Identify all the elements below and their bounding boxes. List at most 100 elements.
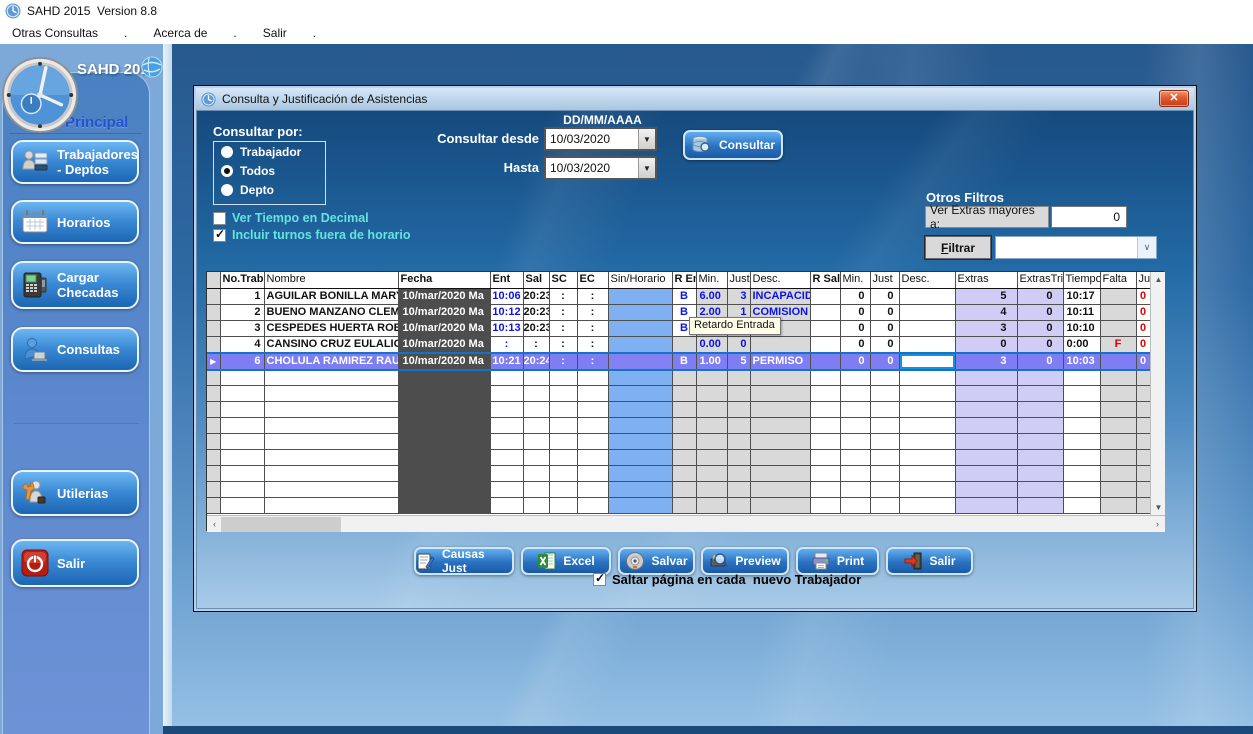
grid-cell-fecha[interactable] [398, 370, 490, 386]
grid-cell-extrastriple[interactable] [1017, 370, 1063, 386]
grid-cell-sin[interactable] [608, 498, 672, 514]
grid-cell-fecha[interactable]: 10/mar/2020 Ma [398, 288, 490, 304]
grid-cell-just2[interactable]: 0 [870, 353, 899, 370]
grid-cell-extrastriple[interactable] [1017, 450, 1063, 466]
grid-cell-ec[interactable] [577, 370, 608, 386]
grid-cell-no[interactable] [220, 466, 264, 482]
grid-cell-just2[interactable] [870, 450, 899, 466]
grid-cell-sal[interactable] [523, 370, 549, 386]
grid-cell-falta[interactable] [1100, 434, 1136, 450]
grid-cell-desc2[interactable] [899, 370, 955, 386]
radio-circle[interactable] [221, 146, 233, 158]
grid-cell-rent[interactable] [672, 418, 696, 434]
grid-cell-min2[interactable] [840, 498, 870, 514]
grid-cell-sc[interactable] [549, 402, 577, 418]
grid-cell-tiempo[interactable] [1063, 482, 1100, 498]
grid-cell-extras[interactable]: 0 [955, 336, 1017, 353]
grid-cell-extras[interactable] [955, 482, 1017, 498]
grid-cell-sin[interactable] [608, 304, 672, 320]
filtrar-button[interactable]: Filtrar [925, 236, 991, 259]
grid-cell-rsal[interactable] [810, 434, 840, 450]
grid-cell-just1[interactable] [727, 466, 750, 482]
grid-cell-just1[interactable] [727, 482, 750, 498]
grid-cell-rent[interactable] [672, 402, 696, 418]
grid-cell-rent[interactable] [672, 370, 696, 386]
grid-cell-fecha[interactable]: 10/mar/2020 Ma [398, 336, 490, 353]
dropdown-arrow-icon[interactable]: ▼ [638, 158, 655, 178]
row-indicator[interactable] [207, 466, 220, 482]
grid-cell-falta[interactable] [1100, 386, 1136, 402]
grid-cell-extras[interactable] [955, 434, 1017, 450]
grid-cell-jus[interactable]: 0 [1136, 304, 1150, 320]
grid-cell-sal[interactable]: : [523, 336, 549, 353]
grid-cell-rsal[interactable] [810, 353, 840, 370]
grid-cell-ec[interactable] [577, 418, 608, 434]
grid-cell-no[interactable] [220, 450, 264, 466]
scroll-left-icon[interactable]: ‹ [207, 516, 222, 532]
grid-cell-extrastriple[interactable]: 0 [1017, 336, 1063, 353]
fecha-hasta-combo[interactable]: 10/03/2020 ▼ [544, 156, 657, 180]
grid-cell-desc1[interactable] [750, 498, 810, 514]
grid-cell-sin[interactable] [608, 450, 672, 466]
grid-cell-extrastriple[interactable]: 0 [1017, 288, 1063, 304]
grid-cell-desc2[interactable] [899, 402, 955, 418]
grid-cell-ent[interactable]: 10:12 [490, 304, 523, 320]
grid-cell-desc1[interactable] [750, 482, 810, 498]
grid-cell-rsal[interactable] [810, 402, 840, 418]
grid-cell-falta[interactable]: F [1100, 336, 1136, 353]
causas-just-button[interactable]: Causas Just [414, 547, 514, 575]
grid-cell-extrastriple[interactable] [1017, 498, 1063, 514]
grid-cell-just1[interactable] [727, 386, 750, 402]
grid-cell-nombre[interactable]: AGUILAR BONILLA MARY [264, 288, 398, 304]
checkbox[interactable] [213, 212, 226, 225]
grid-cell-ent[interactable] [490, 482, 523, 498]
grid-cell-sc[interactable]: : [549, 288, 577, 304]
grid-cell-tiempo[interactable] [1063, 418, 1100, 434]
grid-cell-tiempo[interactable] [1063, 450, 1100, 466]
grid-cell-nombre[interactable] [264, 482, 398, 498]
grid-cell-nombre[interactable] [264, 402, 398, 418]
grid-cell-fecha[interactable] [398, 418, 490, 434]
sidebar-item-trabajadores-deptos[interactable]: Trabajadores - Deptos [11, 140, 139, 184]
grid-cell-rent[interactable] [672, 336, 696, 353]
grid-cell-min2[interactable] [840, 434, 870, 450]
grid-cell-tiempo[interactable] [1063, 370, 1100, 386]
grid-cell-sc[interactable] [549, 482, 577, 498]
row-indicator[interactable]: ▶ [207, 353, 220, 370]
checkbox[interactable] [593, 573, 606, 586]
grid-cell-tiempo[interactable] [1063, 498, 1100, 514]
menu-otras-consultas[interactable]: Otras Consultas [0, 26, 110, 40]
grid-cell-sin[interactable] [608, 386, 672, 402]
grid-cell-desc2[interactable] [899, 450, 955, 466]
grid-cell-ec[interactable] [577, 450, 608, 466]
grid-cell-sin[interactable] [608, 482, 672, 498]
grid-cell-no[interactable] [220, 370, 264, 386]
grid-cell-sc[interactable] [549, 370, 577, 386]
radio-trabajador[interactable]: Trabajador [214, 142, 325, 161]
grid-cell-desc1[interactable] [750, 466, 810, 482]
row-indicator[interactable] [207, 434, 220, 450]
row-indicator[interactable] [207, 418, 220, 434]
grid-cell-jus[interactable]: 0 [1136, 320, 1150, 336]
grid-cell-desc1[interactable] [750, 370, 810, 386]
grid-cell-tiempo[interactable]: 10:03 [1063, 353, 1100, 370]
grid-cell-sal[interactable] [523, 434, 549, 450]
chevron-down-icon[interactable]: ∨ [1137, 237, 1156, 258]
grid-cell-sal[interactable] [523, 386, 549, 402]
grid-cell-min2[interactable] [840, 402, 870, 418]
grid-cell-min1[interactable] [696, 466, 727, 482]
grid-cell-fecha[interactable] [398, 498, 490, 514]
grid-cell-rsal[interactable] [810, 466, 840, 482]
grid-cell-nombre[interactable] [264, 450, 398, 466]
grid-cell-tiempo[interactable]: 10:10 [1063, 320, 1100, 336]
consultar-button[interactable]: Consultar [683, 130, 783, 160]
grid-cell-no[interactable]: 1 [220, 288, 264, 304]
grid-cell-jus[interactable] [1136, 386, 1150, 402]
radio-circle[interactable] [221, 165, 233, 177]
horizontal-scrollbar[interactable]: ‹ › [207, 515, 1165, 532]
grid-cell-nombre[interactable]: CHOLULA RAMIREZ RAU [264, 353, 398, 370]
grid-cell-sal[interactable] [523, 466, 549, 482]
grid-cell-ec[interactable]: : [577, 304, 608, 320]
grid-cell-ent[interactable]: 10:06 [490, 288, 523, 304]
grid-cell-sal[interactable]: 20:24 [523, 353, 549, 370]
